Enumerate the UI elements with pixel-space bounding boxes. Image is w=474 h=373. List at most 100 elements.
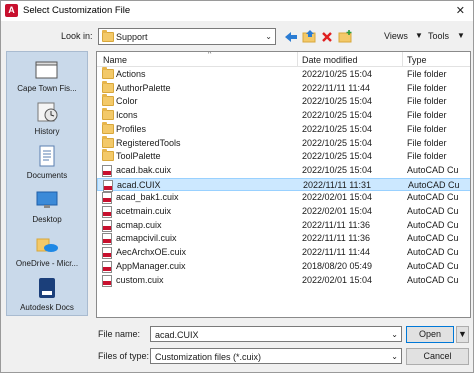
file-name-cell: acad.bak.cuix (116, 164, 172, 175)
file-row[interactable]: AuthorPalette 2022/11/11 11:44 File folder (97, 80, 470, 96)
cuix-file-icon (102, 206, 112, 218)
file-row[interactable]: acad.CUIX 2022/11/11 11:31 AutoCAD Cu (97, 177, 470, 192)
place-documents[interactable]: Documents (7, 145, 87, 180)
views-menu[interactable]: Views (384, 31, 408, 41)
file-name-cell: acetmain.cuix (116, 206, 172, 216)
date-modified-cell: 2022/10/25 15:04 (302, 164, 373, 175)
place-cape-town-fis[interactable]: Cape Town Fis... (7, 58, 87, 93)
type-cell: AutoCAD Cu (407, 164, 459, 175)
back-arrow-icon (285, 31, 297, 42)
file-row[interactable]: acad_bak1.cuix 2022/02/01 15:04 AutoCAD Cu (97, 191, 470, 205)
type-cell: AutoCAD Cu (407, 274, 459, 285)
look-in-value: Support (116, 32, 148, 42)
date-modified-cell: 2022/10/25 15:04 (302, 151, 373, 162)
delete-button[interactable] (319, 29, 335, 44)
cancel-button[interactable]: Cancel (406, 348, 469, 365)
type-cell: File folder (407, 137, 447, 148)
look-in-combo[interactable]: Support ⌄ (98, 28, 276, 45)
column-header-name[interactable]: Name (103, 55, 127, 65)
type-cell: File folder (407, 123, 447, 134)
file-name-input[interactable]: acad.CUIX ⌄ (150, 326, 402, 342)
file-row[interactable]: AecArchxOE.cuix 2022/11/11 11:44 AutoCAD C… (97, 246, 470, 260)
file-row[interactable]: Profiles 2022/10/25 15:04 File folder (97, 121, 470, 137)
title-bar: A Select Customization File ✕ (1, 1, 473, 21)
file-row[interactable]: ToolPalette 2022/10/25 15:04 File folder (97, 149, 470, 164)
place-label: Desktop (32, 215, 62, 224)
type-cell: AutoCAD Cu (407, 233, 459, 244)
file-row[interactable]: RegisteredTools 2022/10/25 15:04 File fold… (97, 135, 470, 151)
file-row[interactable]: acmapcivil.cuix 2022/11/11 11:36 AutoCAD C… (97, 232, 470, 246)
cuix-file-icon (102, 233, 112, 246)
file-row[interactable]: acetmain.cuix 2022/02/01 15:04 AutoCAD Cu (97, 205, 470, 219)
chevron-down-icon[interactable]: ⌄ (391, 330, 398, 339)
file-name-value: acad.CUIX (155, 330, 199, 340)
date-modified-cell: 2022/02/01 15:04 (302, 206, 373, 216)
date-modified-cell: 2022/11/11 11:36 (302, 219, 371, 230)
onedrive-icon (35, 233, 59, 257)
file-name-cell: RegisteredTools (116, 137, 181, 148)
open-options-arrow-icon[interactable]: ▼ (456, 326, 469, 343)
file-name-cell: AecArchxOE.cuix (116, 247, 187, 258)
cuix-file-icon (102, 164, 112, 177)
place-label: History (34, 127, 60, 136)
create-new-folder-button[interactable] (337, 29, 353, 44)
open-button[interactable]: Open (406, 326, 454, 343)
date-modified-cell: 2018/08/20 05:49 (302, 260, 373, 271)
back-button[interactable] (283, 29, 299, 44)
desktop-icon (35, 189, 59, 213)
file-row[interactable]: acmap.cuix 2022/11/11 11:36 AutoCAD Cu (97, 219, 470, 233)
cuix-file-icon (102, 274, 112, 287)
files-of-type-select[interactable]: Customization files (*.cuix) ⌄ (150, 348, 402, 364)
column-header-type[interactable]: Type (407, 55, 427, 65)
column-header-date-modified[interactable]: Date modified (302, 55, 358, 65)
file-row[interactable]: acad.bak.cuix 2022/10/25 15:04 AutoCAD Cu (97, 164, 470, 178)
place-desktop[interactable]: Desktop (7, 189, 87, 224)
file-row[interactable]: custom.cuix 2022/02/01 15:04 AutoCAD Cu (97, 274, 470, 288)
file-list[interactable]: Name ^ Date modified Type Actions 2022/10… (96, 51, 471, 318)
type-cell: AutoCAD Cu (407, 206, 459, 216)
cuix-file-icon (102, 260, 112, 273)
tools-dropdown-arrow-icon[interactable]: ▼ (457, 31, 465, 40)
file-name-cell: ToolPalette (116, 151, 161, 162)
delete-x-icon (322, 31, 332, 42)
type-cell: File folder (407, 96, 447, 107)
select-customization-file-dialog: A Select Customization File ✕ Look in: S… (0, 0, 474, 373)
place-label: Documents (26, 171, 68, 180)
date-modified-cell: 2022/02/01 15:04 (302, 274, 373, 285)
close-icon[interactable]: ✕ (456, 4, 465, 17)
folder-icon (35, 58, 59, 82)
file-row[interactable]: Actions 2022/10/25 15:04 File folder (97, 67, 470, 82)
file-row[interactable]: Icons 2022/10/25 15:04 File folder (97, 108, 470, 123)
up-one-level-button[interactable] (301, 29, 317, 44)
views-dropdown-arrow-icon[interactable]: ▼ (415, 31, 423, 40)
file-list-header: Name ^ Date modified Type (97, 52, 470, 67)
date-modified-cell: 2022/10/25 15:04 (302, 96, 373, 107)
folder-icon (102, 108, 114, 121)
file-name-cell: Color (116, 96, 138, 107)
file-row[interactable]: Color 2022/10/25 15:04 File folder (97, 94, 470, 109)
file-name-label: File name: (98, 329, 141, 339)
file-name-cell: AppManager.cuix (116, 260, 186, 271)
type-cell: AutoCAD Cu (407, 219, 459, 230)
place-onedrive[interactable]: OneDrive - Micr... (7, 233, 87, 268)
place-autodesk-docs[interactable]: Autodesk Docs (7, 277, 87, 312)
file-name-cell: acmap.cuix (116, 219, 162, 230)
place-label: OneDrive - Micr... (15, 259, 79, 268)
chevron-down-icon: ⌄ (391, 352, 398, 361)
cuix-file-icon (102, 247, 112, 260)
folder-up-icon (302, 30, 315, 43)
folder-icon (102, 80, 114, 93)
type-cell: AutoCAD Cu (407, 260, 459, 271)
date-modified-cell: 2022/11/11 11:44 (302, 82, 371, 93)
places-sidebar: Cape Town Fis... History Documents Deskt… (6, 51, 88, 316)
dialog-title: Select Customization File (23, 5, 131, 16)
place-history[interactable]: History (7, 101, 87, 136)
type-cell: AutoCAD Cu (407, 192, 459, 203)
history-icon (35, 101, 59, 125)
folder-icon (102, 135, 114, 148)
place-label: Autodesk Docs (20, 303, 74, 312)
tools-menu[interactable]: Tools (428, 31, 449, 41)
file-name-cell: acad_bak1.cuix (116, 192, 179, 203)
new-folder-icon (338, 30, 351, 43)
file-row[interactable]: AppManager.cuix 2018/08/20 05:49 AutoCAD C… (97, 260, 470, 274)
